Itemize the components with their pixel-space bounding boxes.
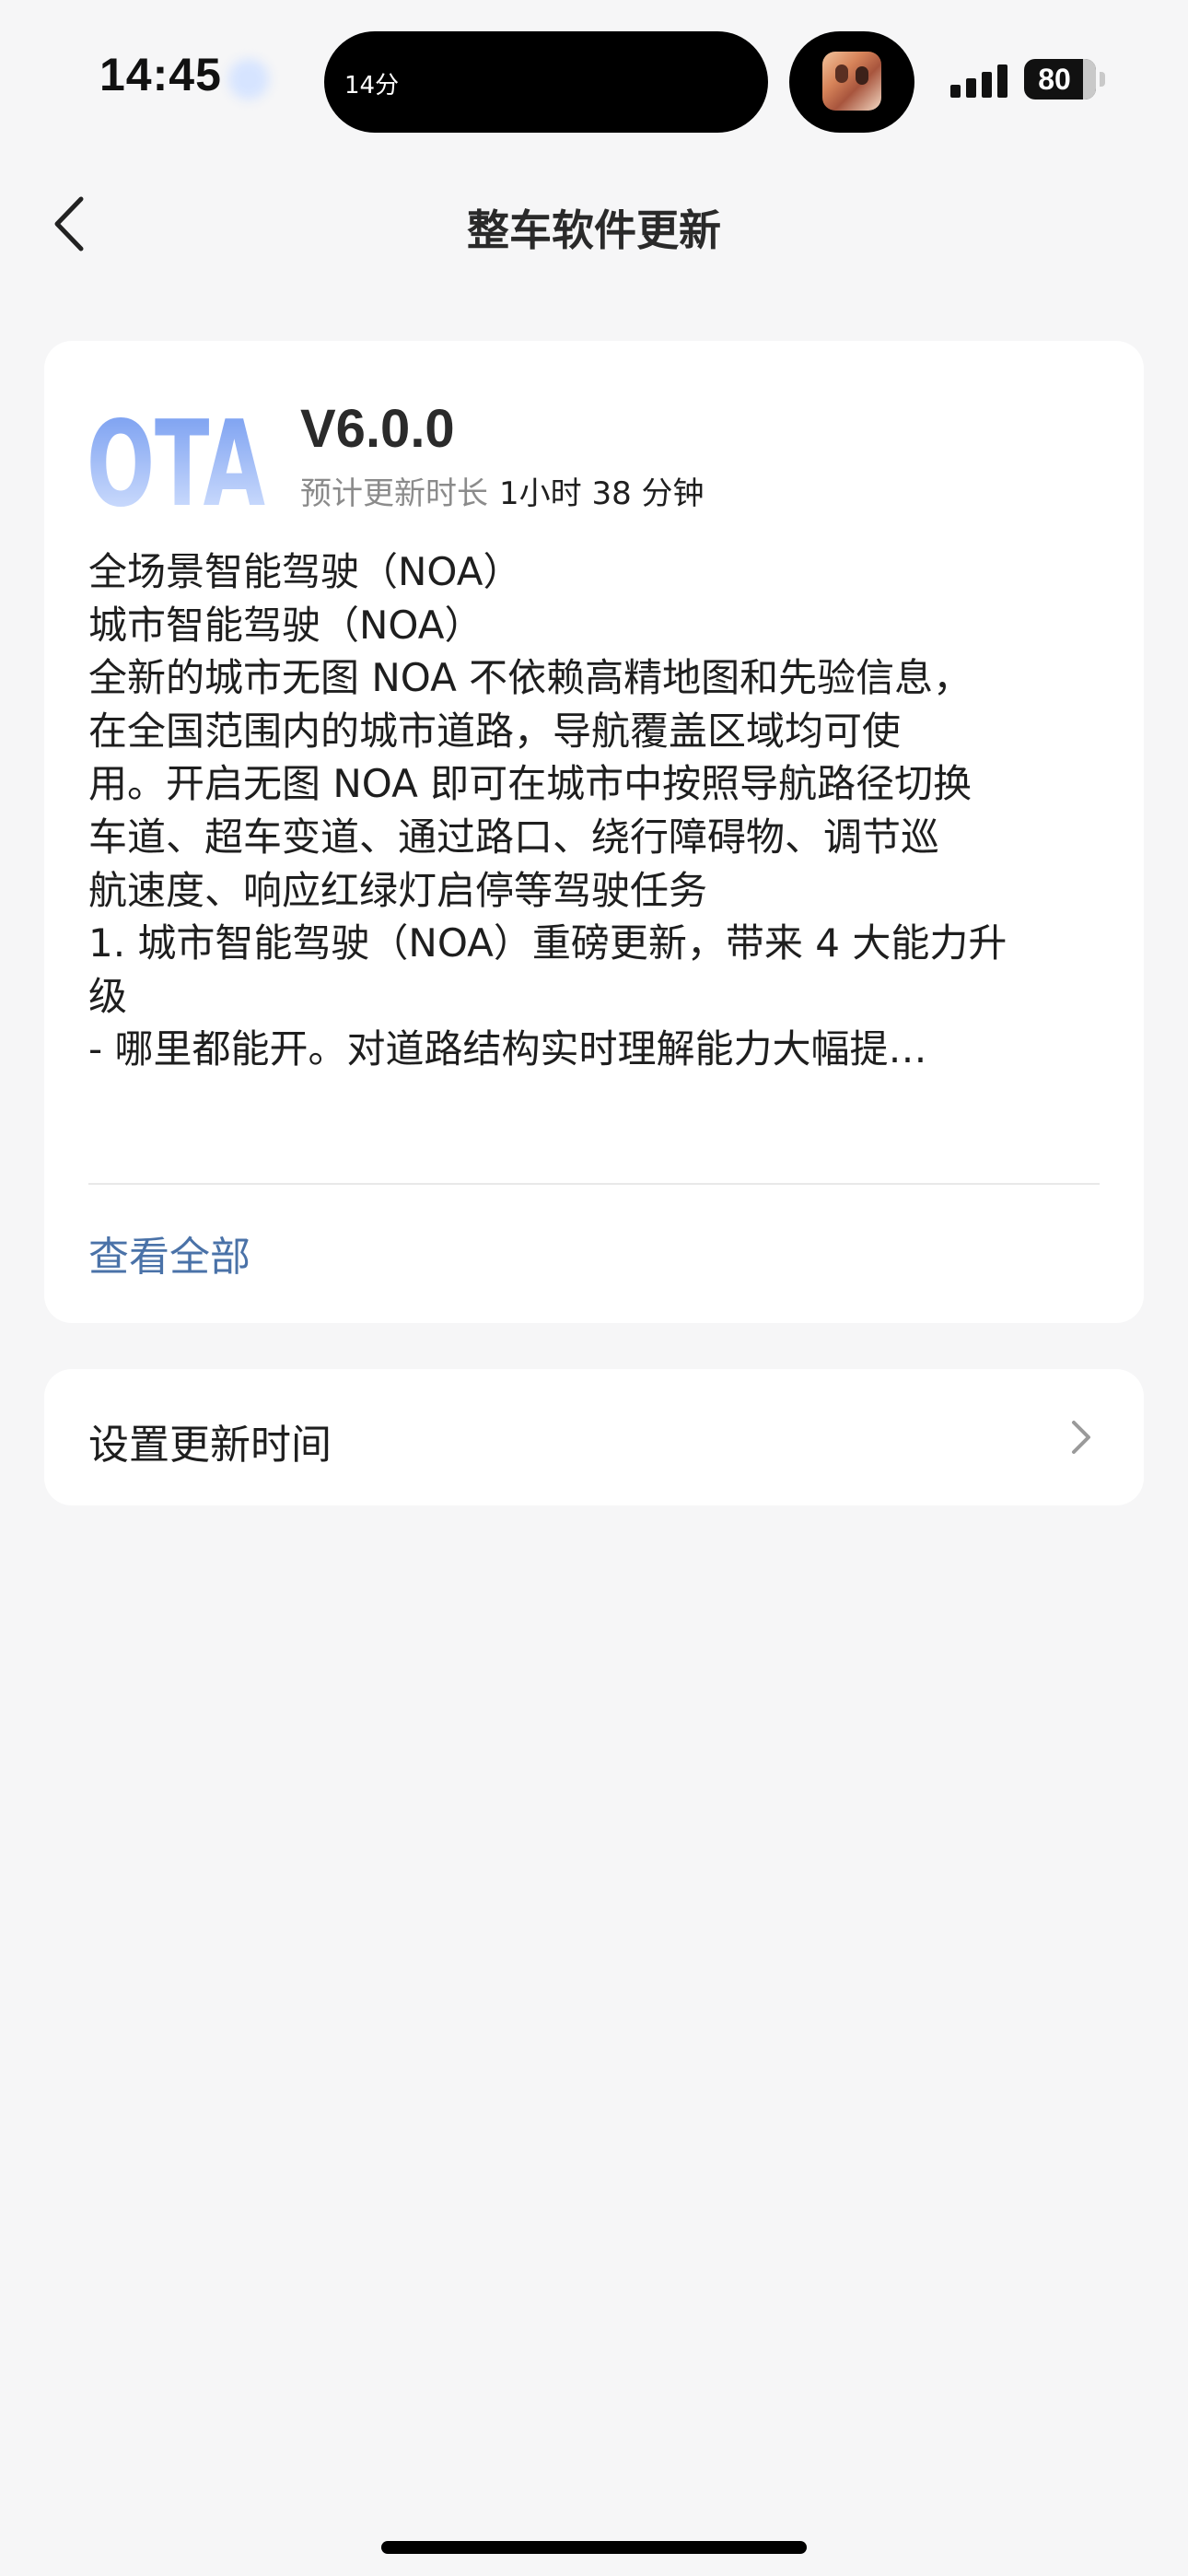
release-note-line: 1. 城市智能驾驶（NOA）重磅更新，带来 4 大能力升 — [88, 920, 1007, 966]
divider — [88, 1183, 1100, 1185]
chevron-right-icon — [1059, 1415, 1103, 1459]
update-info-card: OTA V6.0.0 预计更新时长 1小时 38 分钟 全场景智能驾驶（NOA） … — [44, 341, 1144, 1323]
duration-value: 1小时 38 分钟 — [499, 475, 705, 512]
location-indicator-icon — [228, 59, 269, 100]
navigation-bar: 整车软件更新 — [0, 175, 1188, 276]
status-bar: 14:45 14分 80 — [0, 0, 1188, 157]
cellular-signal-icon — [950, 64, 1007, 98]
release-note-line: 在全国范围内的城市道路，导航覆盖区域均可使 — [88, 708, 902, 754]
version-number: V6.0.0 — [300, 399, 455, 459]
view-all-link[interactable]: 查看全部 — [88, 1224, 250, 1282]
duration-label: 预计更新时长 — [300, 475, 488, 512]
now-playing-island[interactable] — [789, 31, 914, 133]
status-time: 14:45 — [99, 49, 222, 100]
release-note-line: 航速度、响应红绿灯启停等驾驶任务 — [88, 867, 708, 913]
release-note-line: 级 — [88, 973, 128, 1019]
set-update-time-row[interactable]: 设置更新时间 — [44, 1369, 1144, 1505]
ota-logo: OTA — [87, 396, 267, 533]
release-note-line: 用。开启无图 NOA 即可在城市中按照导航路径切换 — [88, 761, 973, 807]
release-note-line: 城市智能驾驶（NOA） — [88, 602, 483, 648]
release-note-line: 全场景智能驾驶（NOA） — [88, 549, 522, 594]
release-note-line: - 哪里都能开。对道路结构实时理解能力大幅提… — [88, 1026, 927, 1072]
ota-logo-text: OTA — [87, 404, 265, 510]
release-note-line: 全新的城市无图 NOA 不依赖高精地图和先验信息， — [88, 655, 973, 701]
album-art-icon — [822, 52, 881, 111]
home-indicator[interactable] — [381, 2541, 807, 2554]
dynamic-island-live-activity[interactable]: 14分 — [324, 31, 768, 133]
live-activity-text: 14分 — [344, 72, 400, 100]
page-title: 整车软件更新 — [467, 205, 721, 255]
set-update-time-label: 设置更新时间 — [88, 1422, 332, 1469]
release-note-line: 车道、超车变道、通过路口、绕行障碍物、调节巡 — [88, 814, 940, 860]
battery-icon: 80 — [1024, 59, 1107, 100]
estimated-duration: 预计更新时长 1小时 38 分钟 — [300, 468, 705, 513]
battery-percent: 80 — [1038, 63, 1071, 96]
release-notes: 全场景智能驾驶（NOA） 城市智能驾驶（NOA） 全新的城市无图 NOA 不依赖… — [88, 545, 1111, 1076]
